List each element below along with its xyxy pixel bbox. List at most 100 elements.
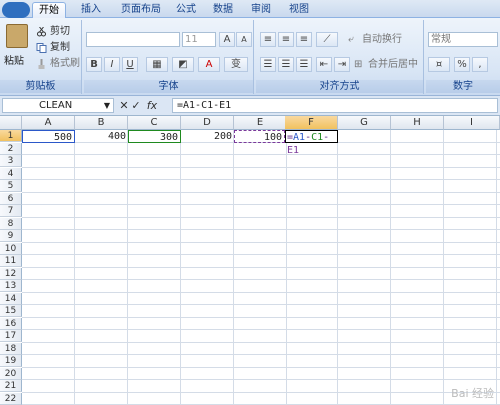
paste-icon[interactable] (6, 24, 28, 48)
cut-button[interactable]: 剪切 (36, 25, 70, 39)
orientation-button[interactable]: ⟋ (316, 32, 338, 47)
align-middle-icon: ≡ (281, 34, 291, 45)
tab-view[interactable]: 视图 (283, 2, 315, 18)
row-header-7[interactable]: 7 (0, 205, 22, 217)
row-header-21[interactable]: 21 (0, 380, 22, 392)
align-middle-button[interactable]: ≡ (278, 32, 294, 47)
column-header-f[interactable]: F (285, 116, 338, 130)
gridline-vertical (286, 130, 287, 405)
office-button[interactable] (2, 2, 30, 18)
row-header-4[interactable]: 4 (0, 167, 22, 180)
select-all-corner[interactable] (0, 116, 22, 130)
row-header-10[interactable]: 10 (0, 242, 22, 255)
tab-page-layout[interactable]: 页面布局 (115, 2, 167, 18)
align-top-button[interactable]: ≡ (260, 32, 276, 47)
format-painter-button[interactable]: 格式刷 (36, 57, 80, 71)
row-header-18[interactable]: 18 (0, 342, 22, 355)
row-header-8[interactable]: 8 (0, 217, 22, 230)
italic-button[interactable]: I (104, 57, 120, 72)
copy-button[interactable]: 复制 (36, 41, 70, 55)
row-header-11[interactable]: 11 (0, 255, 22, 267)
grow-font-button[interactable]: A (219, 32, 235, 47)
column-header-c[interactable]: C (128, 116, 181, 130)
gridline-horizontal (22, 204, 500, 205)
column-header-h[interactable]: H (391, 116, 444, 130)
font-group: 11 A A B I U ▦ ◩ A 变 字体 (84, 20, 254, 94)
worksheet-grid[interactable]: ABCDEFGHI 1 2 3 4 5 6 7 8 9 10 11 12 13 14 15 16 17 18 19 2… (0, 116, 500, 405)
tab-review[interactable]: 审阅 (245, 2, 277, 18)
row-header-2[interactable]: 2 (0, 142, 22, 155)
align-right-icon: ☰ (299, 59, 309, 70)
column-header-e[interactable]: E (234, 116, 287, 130)
cancel-icon[interactable]: ✕ (118, 97, 130, 114)
formula-ref-e1: E1 (287, 145, 300, 156)
merge-center-button[interactable]: ⊞ 合并后居中 (354, 58, 418, 72)
fill-color-button[interactable]: ◩ (172, 57, 194, 72)
row-header-22[interactable]: 22 (0, 392, 22, 405)
confirm-icon[interactable]: ✓ (130, 97, 142, 114)
font-color-button[interactable]: A (198, 57, 220, 72)
cell-b1[interactable]: 400 (75, 130, 128, 143)
gridline-horizontal (22, 254, 500, 255)
gridline-horizontal (22, 316, 500, 318)
cell-f1-active[interactable]: =A1-C1-E1 (285, 130, 338, 156)
number-format-select[interactable]: 常规 (428, 32, 498, 47)
gridline-vertical (233, 130, 234, 405)
row-header-13[interactable]: 13 (0, 280, 22, 292)
tab-formulas[interactable]: 公式 (170, 2, 202, 18)
chevron-down-icon[interactable]: ▼ (104, 99, 110, 112)
bold-button[interactable]: B (86, 57, 102, 72)
column-header-d[interactable]: D (181, 116, 234, 130)
column-header-b[interactable]: B (75, 116, 128, 130)
row-header-20[interactable]: 20 (0, 367, 22, 380)
formula-input[interactable]: =A1-C1-E1 (172, 98, 498, 113)
row-header-17[interactable]: 17 (0, 330, 22, 342)
column-header-g[interactable]: G (338, 116, 391, 130)
cell-c1[interactable]: 300 (128, 130, 181, 143)
row-header-5[interactable]: 5 (0, 180, 22, 192)
column-header-a[interactable]: A (22, 116, 75, 130)
row-header-12[interactable]: 12 (0, 267, 22, 280)
percent-button[interactable]: % (454, 57, 470, 72)
gridline-vertical (337, 130, 338, 405)
cell-d1[interactable]: 200 (181, 130, 234, 143)
cell-e1[interactable]: 100 (234, 130, 285, 143)
column-header-i[interactable]: I (444, 116, 500, 130)
row-header-15[interactable]: 15 (0, 305, 22, 317)
cell-a1[interactable]: 500 (22, 130, 75, 143)
font-name-select[interactable] (86, 32, 180, 47)
align-right-button[interactable]: ☰ (296, 57, 312, 72)
shrink-font-button[interactable]: A (236, 32, 252, 47)
row-header-1[interactable]: 1 (0, 130, 22, 142)
paste-button[interactable]: 粘贴 (4, 52, 24, 67)
font-color-icon: A (205, 59, 213, 70)
align-bottom-icon: ≡ (299, 34, 309, 45)
increase-indent-button[interactable]: ⇥ (334, 57, 350, 72)
name-box[interactable]: CLEAN ▼ (2, 98, 114, 113)
row-header-6[interactable]: 6 (0, 192, 22, 205)
row-header-19[interactable]: 19 (0, 355, 22, 367)
insert-function-button[interactable]: fx (142, 97, 162, 114)
row-header-14[interactable]: 14 (0, 292, 22, 305)
gridline-vertical (127, 130, 128, 405)
decrease-indent-button[interactable]: ⇤ (316, 57, 332, 72)
font-size-select[interactable]: 11 (182, 32, 216, 47)
gridline-horizontal (22, 154, 500, 155)
tab-data[interactable]: 数据 (207, 2, 239, 18)
underline-button[interactable]: U (122, 57, 138, 72)
row-header-9[interactable]: 9 (0, 230, 22, 242)
phonetic-button[interactable]: 变 (224, 57, 248, 72)
align-left-button[interactable]: ☰ (260, 57, 276, 72)
tab-insert[interactable]: 插入 (75, 2, 107, 18)
borders-button[interactable]: ▦ (146, 57, 168, 72)
align-bottom-button[interactable]: ≡ (296, 32, 312, 47)
comma-button[interactable]: , (472, 57, 488, 72)
currency-button[interactable]: ¤ (428, 57, 450, 72)
gridline-horizontal (22, 291, 500, 293)
brush-icon (38, 59, 45, 69)
align-center-button[interactable]: ☰ (278, 57, 294, 72)
row-header-16[interactable]: 16 (0, 317, 22, 330)
wrap-text-button[interactable]: ⤶ 自动换行 (348, 33, 402, 47)
row-header-3[interactable]: 3 (0, 155, 22, 167)
tab-home[interactable]: 开始 (32, 2, 66, 18)
